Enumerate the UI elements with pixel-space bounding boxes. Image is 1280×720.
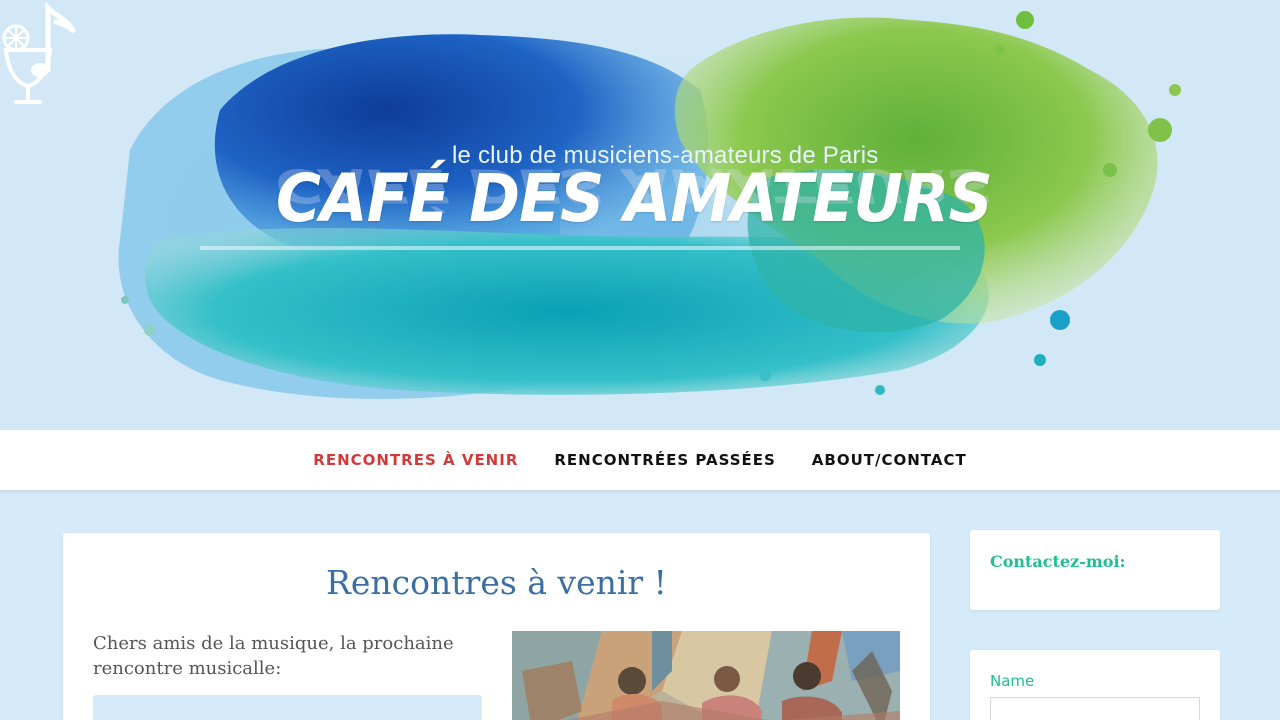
name-label: Name bbox=[990, 672, 1035, 690]
intro-text: Chers amis de la musique, la prochaine r… bbox=[93, 633, 454, 679]
nav-item-about-contact[interactable]: ABOUT/CONTACT bbox=[794, 451, 985, 469]
nav-item-rencontres-a-venir[interactable]: RENCONTRES À VENIR bbox=[295, 451, 536, 469]
page-title: Rencontres à venir ! bbox=[326, 563, 667, 602]
cocktail-music-note-icon bbox=[2, 1, 77, 104]
header-banner: le club de musiciens-amateurs de Paris C… bbox=[0, 0, 1280, 430]
event-info-box bbox=[93, 695, 482, 720]
contact-heading: Contactez-moi: bbox=[990, 552, 1126, 571]
contact-widget: Contactez-moi: bbox=[970, 530, 1220, 610]
content-card: Rencontres à venir ! Chers amis de la mu… bbox=[63, 533, 930, 720]
cubist-painting-image bbox=[512, 631, 900, 720]
contact-form-widget: Name bbox=[970, 650, 1220, 720]
main-navigation: RENCONTRES À VENIR RENCONTRÉES PASSÉES A… bbox=[0, 430, 1280, 490]
site-title[interactable]: CAFÉ DES AMATEURS bbox=[276, 160, 993, 237]
nav-item-rencontrees-passees[interactable]: RENCONTRÉES PASSÉES bbox=[536, 451, 793, 469]
name-field[interactable] bbox=[990, 697, 1200, 720]
